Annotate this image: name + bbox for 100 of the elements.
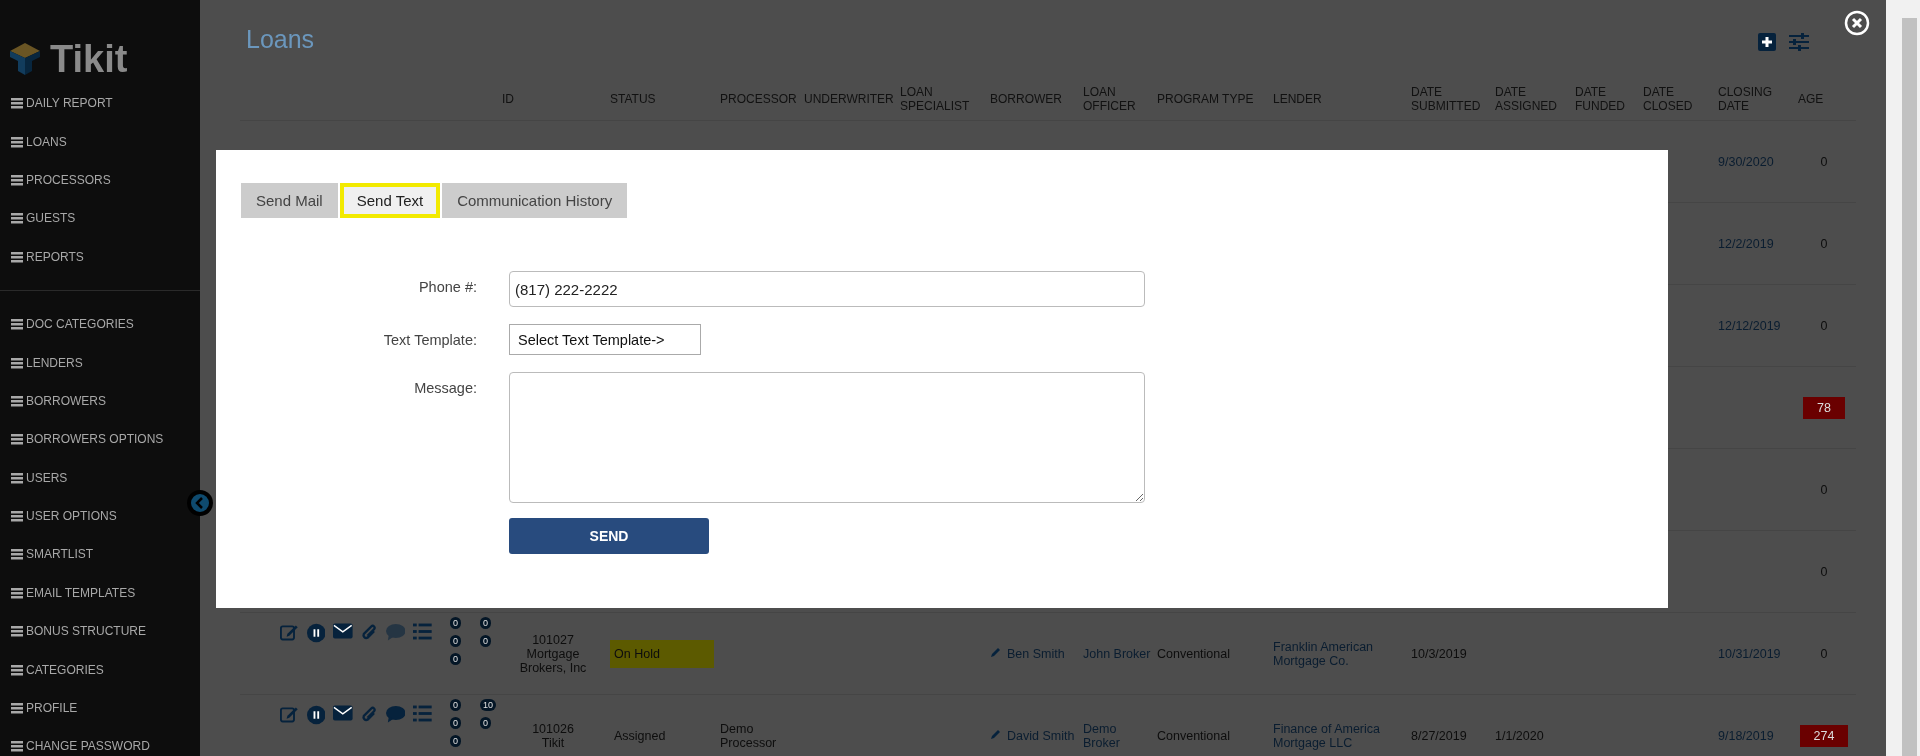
count-badge: 0 xyxy=(450,717,461,729)
nav-item[interactable]: USER OPTIONS xyxy=(0,496,117,536)
pause-icon[interactable] xyxy=(306,705,326,725)
count-badge: 0 xyxy=(450,735,461,747)
column-header: CLOSING DATE xyxy=(1718,85,1772,113)
field-label: Message: xyxy=(413,379,477,396)
nav-icon xyxy=(11,740,23,753)
nav-item[interactable]: GUESTS xyxy=(0,199,76,238)
nav-icon xyxy=(11,135,23,148)
age-value: 0 xyxy=(1819,235,1829,253)
nav-item[interactable]: BORROWERS xyxy=(0,381,106,421)
column-header: PROCESSOR xyxy=(720,92,797,106)
count-badge: 10 xyxy=(480,699,496,711)
close-icon[interactable] xyxy=(1844,10,1870,36)
envelope-icon[interactable] xyxy=(333,705,353,721)
add-icon[interactable] xyxy=(1758,33,1776,51)
column-header: ID xyxy=(502,92,514,106)
column-header: LOAN SPECIALIST xyxy=(900,85,970,113)
field-label: Phone #: xyxy=(417,278,477,295)
loan-id: 101027 xyxy=(532,632,574,647)
age-value: 0 xyxy=(1819,481,1829,499)
column-header: DATE FUNDED xyxy=(1575,85,1625,113)
age-value: 78 xyxy=(1803,396,1845,419)
envelope-icon[interactable] xyxy=(333,623,353,639)
nav-item[interactable]: BONUS STRUCTURE xyxy=(0,612,146,651)
logo-text: Tikit xyxy=(50,37,128,81)
company-name: Tikit xyxy=(541,735,565,750)
age-value: 0 xyxy=(1819,563,1829,581)
nav-icon xyxy=(11,702,23,715)
nav-item[interactable]: DAILY REPORT xyxy=(0,84,113,123)
collapse-icon[interactable] xyxy=(187,490,213,516)
table-cell-text: 10/3/2019 xyxy=(1411,646,1468,661)
count-badge: 0 xyxy=(480,635,491,647)
count-badge: 0 xyxy=(480,617,491,629)
pause-icon[interactable] xyxy=(306,623,326,643)
table-cell-text: 8/27/2019 xyxy=(1411,728,1468,743)
nav-icon xyxy=(11,173,23,186)
nav-icon xyxy=(11,548,23,561)
speech-bubble-icon[interactable] xyxy=(385,623,406,641)
nav-item[interactable]: PROCESSORS xyxy=(0,160,111,200)
table-cell-text: Demo Processor xyxy=(720,721,778,750)
tab[interactable]: Communication History xyxy=(442,183,628,218)
column-header: LENDER xyxy=(1273,92,1322,106)
list-icon[interactable] xyxy=(413,705,432,722)
template-select[interactable]: Select Text Template-> xyxy=(509,324,701,355)
field-label: Text Template: xyxy=(382,331,477,348)
column-header: PROGRAM TYPE xyxy=(1157,92,1254,106)
pencil-icon[interactable] xyxy=(990,646,1001,658)
edit-icon[interactable] xyxy=(280,623,299,641)
age-value: 274 xyxy=(1799,724,1849,747)
nav-item[interactable]: CATEGORIES xyxy=(0,650,104,689)
nav-item[interactable]: LOANS xyxy=(0,122,67,161)
page-title: Loans xyxy=(245,24,315,54)
tab[interactable]: Send Text xyxy=(339,183,441,218)
nav-item[interactable]: USERS xyxy=(0,458,68,497)
nav-icon xyxy=(11,250,23,263)
count-badge: 0 xyxy=(480,717,491,729)
nav-item[interactable]: SMARTLIST xyxy=(0,535,94,574)
nav-item[interactable]: CHANGE PASSWORD xyxy=(0,727,150,756)
phone-input[interactable]: (817) 222-2222 xyxy=(509,271,1145,307)
loan-id: 101026 xyxy=(532,721,574,736)
nav-icon xyxy=(11,97,23,110)
table-cell-text: 1/1/2020 xyxy=(1495,728,1545,743)
nav-icon xyxy=(11,586,23,599)
nav-icon xyxy=(11,356,23,369)
count-badge: 0 xyxy=(450,699,461,711)
edit-icon[interactable] xyxy=(280,705,299,723)
table-cell-text: Conventional xyxy=(1157,646,1231,661)
column-header: BORROWER xyxy=(990,92,1062,106)
column-header: STATUS xyxy=(610,92,656,106)
age-value: 0 xyxy=(1819,645,1829,663)
column-header: AGE xyxy=(1798,92,1824,106)
count-badge: 0 xyxy=(450,617,461,629)
nav-item[interactable]: PROFILE xyxy=(0,688,78,728)
message-textarea[interactable] xyxy=(509,372,1145,503)
count-badge: 0 xyxy=(450,653,461,665)
scrollbar-thumb[interactable] xyxy=(1902,18,1917,756)
table-cell-text: Conventional xyxy=(1157,728,1231,743)
age-value: 0 xyxy=(1819,153,1829,171)
nav-icon xyxy=(11,663,23,676)
pencil-icon[interactable] xyxy=(990,728,1001,740)
speech-bubble-icon[interactable] xyxy=(385,705,406,723)
nav-icon xyxy=(11,318,23,331)
column-header: LOAN OFFICER xyxy=(1083,85,1136,113)
nav-item[interactable]: DOC CATEGORIES xyxy=(0,304,134,344)
nav-icon xyxy=(11,212,23,225)
tab[interactable]: Send Mail xyxy=(241,183,338,218)
status-label: On Hold xyxy=(610,639,714,668)
list-icon[interactable] xyxy=(413,623,432,640)
nav-icon xyxy=(11,471,23,484)
send-button[interactable]: SEND xyxy=(509,518,709,554)
nav-item[interactable]: BORROWERS OPTIONS xyxy=(0,420,164,459)
nav-item[interactable]: EMAIL TEMPLATES xyxy=(0,573,136,613)
status-label: Assigned xyxy=(613,727,667,745)
age-value: 0 xyxy=(1819,317,1829,335)
nav-icon xyxy=(11,433,23,446)
nav-item[interactable]: REPORTS xyxy=(0,237,84,276)
column-header: DATE CLOSED xyxy=(1643,85,1693,113)
sliders-icon[interactable] xyxy=(1788,33,1810,51)
nav-item[interactable]: LENDERS xyxy=(0,343,83,382)
